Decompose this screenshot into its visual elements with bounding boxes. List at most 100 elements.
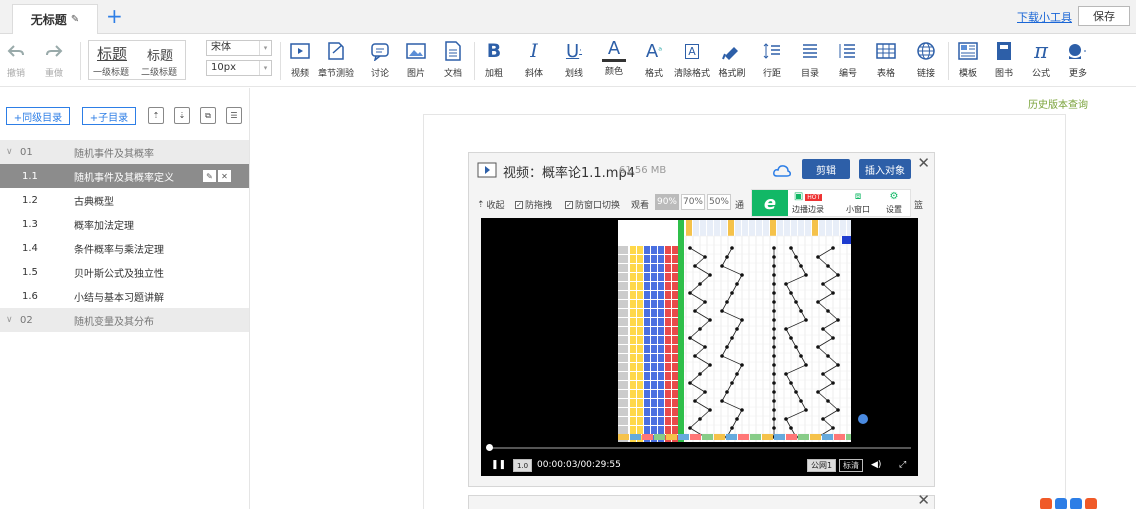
document-icon xyxy=(441,38,465,64)
watch-90-option[interactable]: 90% xyxy=(655,194,679,210)
extension-popup: e ▣ HOT 边播边录 ⧈ 小窗口 ⚙ 设置 xyxy=(751,189,911,217)
toc-button[interactable]: 目录 xyxy=(794,38,826,84)
numbering-button[interactable]: 编号 xyxy=(832,38,864,84)
document-label: 文档 xyxy=(443,69,462,79)
anti-drag-checkbox[interactable]: ✓ 防拖拽 xyxy=(515,198,552,211)
history-version-link[interactable]: 历史版本查询 xyxy=(1028,96,1088,111)
outline-title: 概率加法定理 xyxy=(74,220,134,232)
italic-button[interactable]: I 斜体 xyxy=(518,38,550,84)
save-button[interactable]: 保存 xyxy=(1078,6,1130,26)
video-player[interactable]: ❚❚ 1.0 00:00:03/00:29:55 公网1 标清 ◀) ⤢ xyxy=(481,218,918,476)
bold-icon: B xyxy=(486,40,502,62)
second-object-card: ✕ xyxy=(468,491,935,509)
font-color-label: 颜色 xyxy=(604,67,623,77)
table-button[interactable]: 表格 xyxy=(870,38,902,84)
watch-50-option[interactable]: 50% xyxy=(707,194,731,210)
delete-icon[interactable]: ✕ xyxy=(218,170,231,182)
close-icon[interactable]: ✕ xyxy=(917,154,930,172)
document-tab[interactable]: 无标题 ✎ xyxy=(12,4,98,34)
font-family-select[interactable]: 宋体 ▾ xyxy=(206,40,272,56)
fullscreen-icon[interactable]: ⤢ xyxy=(899,460,906,470)
line-select[interactable]: 公网1 xyxy=(807,459,837,472)
font-color-button[interactable]: A 颜色 xyxy=(598,38,630,84)
heading-style-picker: 标题 标题 一级标题 二级标题 xyxy=(88,40,186,80)
record-while-play-button[interactable]: ▣ HOT 边播边录 xyxy=(792,191,824,215)
time-display: 00:00:03/00:29:55 xyxy=(537,460,621,470)
move-up-icon[interactable]: ⇡ xyxy=(148,107,164,124)
chapter-quiz-button[interactable]: 章节测验 xyxy=(318,38,354,84)
table-label: 表格 xyxy=(876,69,895,79)
insert-object-button[interactable]: 插入对象 xyxy=(859,159,911,179)
checkbox-icon: ✓ xyxy=(515,200,523,209)
progress-handle[interactable] xyxy=(486,444,493,451)
italic-icon: I xyxy=(530,40,538,62)
add-subdir-button[interactable]: +子目录 xyxy=(82,107,136,125)
bold-button[interactable]: B 加粗 xyxy=(478,38,510,84)
outline-num: 1.5 xyxy=(22,266,38,278)
quality-select[interactable]: 标清 xyxy=(839,459,863,472)
pencil-icon[interactable]: ✎ xyxy=(71,14,79,25)
heading1-button[interactable]: 标题 xyxy=(97,43,127,64)
bold-label: 加粗 xyxy=(484,69,503,79)
font-color-icon: A xyxy=(602,38,626,62)
more-button[interactable]: 更多 xyxy=(1062,38,1094,84)
sidebar-divider xyxy=(249,88,250,509)
outline-item-1-3[interactable]: 1.3 概率加法定理 xyxy=(0,212,249,236)
video-frame-image xyxy=(550,220,851,442)
heading2-button[interactable]: 标题 xyxy=(147,45,173,64)
edit-video-button[interactable]: 剪辑 xyxy=(802,159,850,179)
redo-icon xyxy=(42,38,66,64)
document-button[interactable]: 文档 xyxy=(437,38,469,84)
download-tool-link[interactable]: 下载小工具 xyxy=(1017,9,1072,25)
add-tab-icon[interactable]: + xyxy=(106,5,123,27)
anti-switch-checkbox[interactable]: ✓ 防窗口切换 xyxy=(565,198,620,211)
image-button[interactable]: 图片 xyxy=(400,38,432,84)
collapse-toggle[interactable]: ⇡ 收起 xyxy=(477,198,505,212)
pause-icon[interactable]: ❚❚ xyxy=(491,460,506,470)
outline-item-1-2[interactable]: 1.2 古典概型 xyxy=(0,188,249,212)
outline-chapter-01[interactable]: ∨ 01 随机事件及其概率 xyxy=(0,140,249,164)
volume-icon[interactable]: ◀) xyxy=(871,460,881,470)
floating-ball-icon[interactable] xyxy=(858,414,868,424)
mini-window-button[interactable]: ⧈ 小窗口 xyxy=(846,191,870,215)
cloud-refresh-icon[interactable] xyxy=(773,163,791,179)
outline-chapter-02[interactable]: ∨ 02 随机变量及其分布 xyxy=(0,308,249,332)
close-icon[interactable]: ✕ xyxy=(917,491,930,509)
redo-button[interactable]: 重做 xyxy=(38,38,70,84)
truncated-option: 通 xyxy=(735,201,745,211)
undo-button[interactable]: 撤销 xyxy=(0,38,32,84)
outline-item-1-6[interactable]: 1.6 小结与基本习题讲解 xyxy=(0,284,249,308)
template-button[interactable]: 模板 xyxy=(952,38,984,84)
outline-item-1-1[interactable]: 1.1 随机事件及其概率定义 ✎ ✕ xyxy=(0,164,249,188)
format-label: 格式 xyxy=(644,69,663,79)
watch-70-option[interactable]: 70% xyxy=(681,194,705,210)
format-button[interactable]: Aᵃ 格式 xyxy=(638,38,670,84)
video-button[interactable]: 视频 xyxy=(284,38,316,84)
add-sibling-dir-button[interactable]: +同级目录 xyxy=(6,107,70,125)
numbered-list-icon xyxy=(836,38,860,64)
move-down-icon[interactable]: ⇣ xyxy=(174,107,190,124)
video-size: 61.56 MB xyxy=(619,165,667,176)
extension-settings-button[interactable]: ⚙ 设置 xyxy=(886,191,902,215)
link-button[interactable]: 链接 xyxy=(910,38,942,84)
clear-format-button[interactable]: A 清除格式 xyxy=(674,38,710,84)
toolbar-divider xyxy=(80,42,81,80)
more-label: 更多 xyxy=(1068,69,1087,79)
line-height-button[interactable]: 行距 xyxy=(756,38,788,84)
book-button[interactable]: 图书 xyxy=(988,38,1020,84)
outline-item-1-4[interactable]: 1.4 条件概率与乘法定理 xyxy=(0,236,249,260)
outline-icon[interactable]: ☰ xyxy=(226,107,242,124)
toc-label: 目录 xyxy=(800,69,819,79)
template-label: 模板 xyxy=(958,69,977,79)
speed-button[interactable]: 1.0 xyxy=(513,459,533,472)
video-progress-bar[interactable] xyxy=(486,444,911,451)
font-size-select[interactable]: 10px ▾ xyxy=(206,60,272,76)
discussion-button[interactable]: 讨论 xyxy=(364,38,396,84)
copy-icon[interactable]: ⧉ xyxy=(200,107,216,124)
underline-button[interactable]: U · 划线 xyxy=(558,38,590,84)
heading2-label: 二级标题 xyxy=(141,68,178,78)
formula-button[interactable]: π 公式 xyxy=(1025,38,1057,84)
edit-icon[interactable]: ✎ xyxy=(203,170,216,182)
outline-item-1-5[interactable]: 1.5 贝叶斯公式及独立性 xyxy=(0,260,249,284)
format-painter-button[interactable]: 格式刷 xyxy=(716,38,748,84)
